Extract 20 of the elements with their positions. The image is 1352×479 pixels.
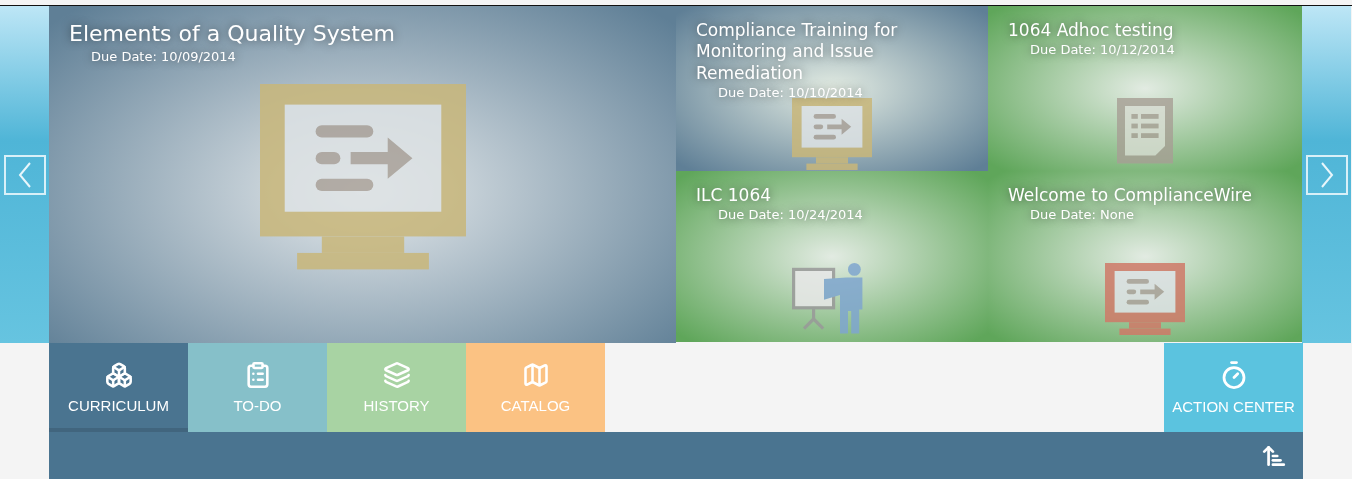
course-title: Elements of a Quality System — [69, 20, 395, 48]
action-center-button[interactable]: ACTION CENTER — [1164, 343, 1303, 432]
nav-tab[interactable]: CATALOG — [466, 343, 605, 432]
nav-tab[interactable]: HISTORY — [327, 343, 466, 432]
course-tile[interactable]: ILC 1064 Due Date: 10/24/2014 — [676, 171, 988, 342]
course-title: 1064 Adhoc testing — [1008, 20, 1174, 42]
nav-tab[interactable]: CURRICULUM — [49, 343, 188, 432]
due-date: Due Date: 10/12/2014 — [1030, 42, 1175, 58]
due-date: Due Date: 10/10/2014 — [718, 84, 863, 100]
course-tile[interactable]: 1064 Adhoc testing Due Date: 10/12/2014 — [988, 6, 1302, 171]
nav-tab[interactable]: TO-DO — [188, 343, 327, 432]
course-title: ILC 1064 — [696, 185, 772, 207]
course-tile[interactable]: Compliance Training for Monitoring and Issue Remediation Due Date: 10/10/2014 — [676, 6, 988, 171]
course-tile[interactable]: Welcome to ComplianceWire Due Date: None — [988, 171, 1302, 342]
course-tile[interactable]: Elements of a Quality System Due Date: 10/09/2014 — [49, 6, 676, 343]
due-date: Due Date: 10/24/2014 — [718, 207, 863, 223]
due-date: Due Date: 10/09/2014 — [91, 48, 236, 64]
course-title: Compliance Training for Monitoring and Issue Remediation — [696, 20, 899, 84]
course-title: Welcome to ComplianceWire — [1008, 185, 1252, 207]
due-date: Due Date: None — [1030, 207, 1134, 223]
